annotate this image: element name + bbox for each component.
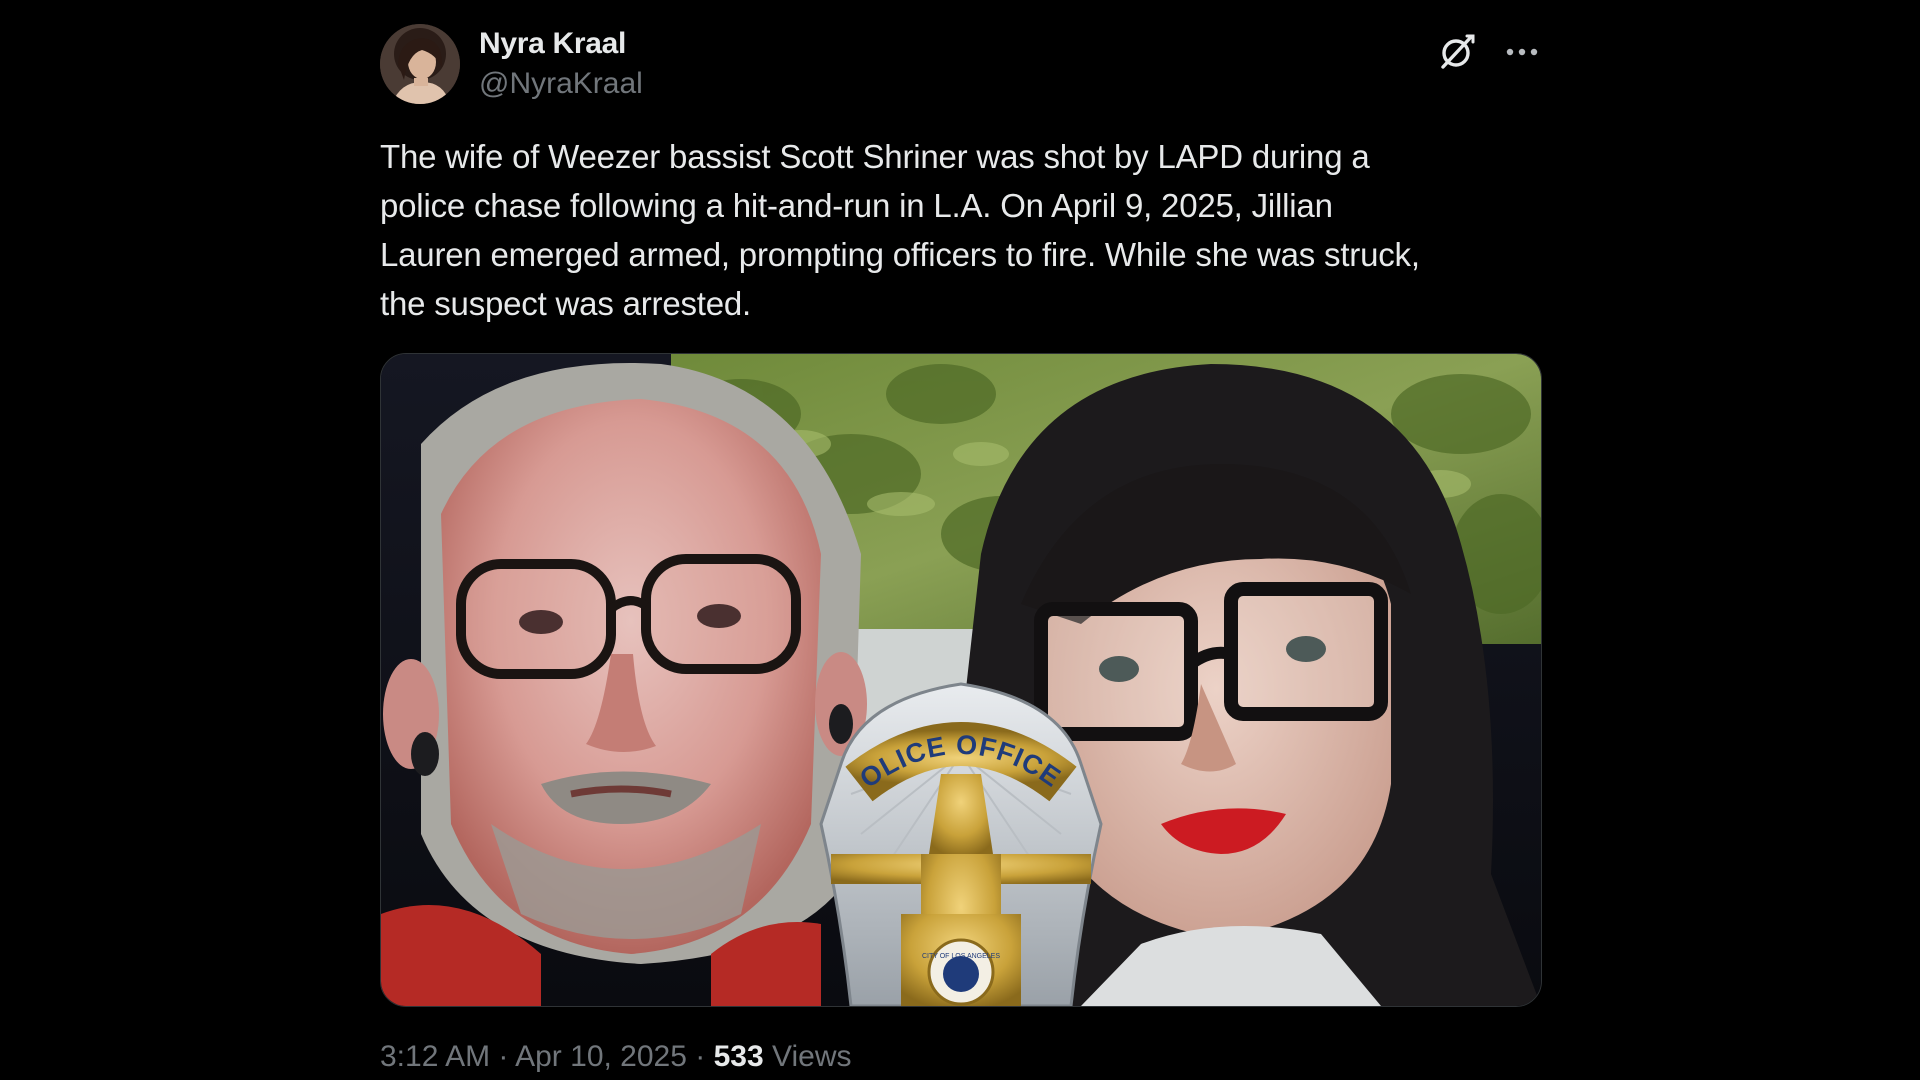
- tweet-meta: 3:12 AM · Apr 10, 2025 · 533 Views: [380, 1040, 851, 1074]
- seal-text: CITY OF LOS ANGELES: [922, 953, 1000, 960]
- views-label: Views: [772, 1040, 852, 1073]
- man-portrait: [381, 363, 867, 1006]
- tweet-media-image[interactable]: POLICE OFFICER CITY OF LOS ANGELES: [380, 353, 1542, 1007]
- more-options-icon[interactable]: [1500, 34, 1544, 70]
- views-count: 533: [713, 1040, 764, 1073]
- author-name[interactable]: Nyra Kraal: [479, 27, 626, 61]
- avatar[interactable]: [380, 24, 460, 104]
- tweet-text: The wife of Weezer bassist Scott Shriner…: [380, 138, 1420, 322]
- grok-icon[interactable]: [1437, 32, 1477, 72]
- avatar-image: [380, 24, 460, 104]
- author-handle[interactable]: @NyraKraal: [479, 67, 643, 101]
- tweet-date[interactable]: Apr 10, 2025: [515, 1040, 687, 1073]
- tweet-header: Nyra Kraal @NyraKraal: [380, 22, 1540, 108]
- meta-separator: ·: [695, 1040, 706, 1073]
- meta-separator: ·: [498, 1040, 509, 1073]
- tweet: Nyra Kraal @NyraKraal The wife of Weezer…: [380, 18, 1542, 1080]
- tweet-time[interactable]: 3:12 AM: [380, 1040, 490, 1073]
